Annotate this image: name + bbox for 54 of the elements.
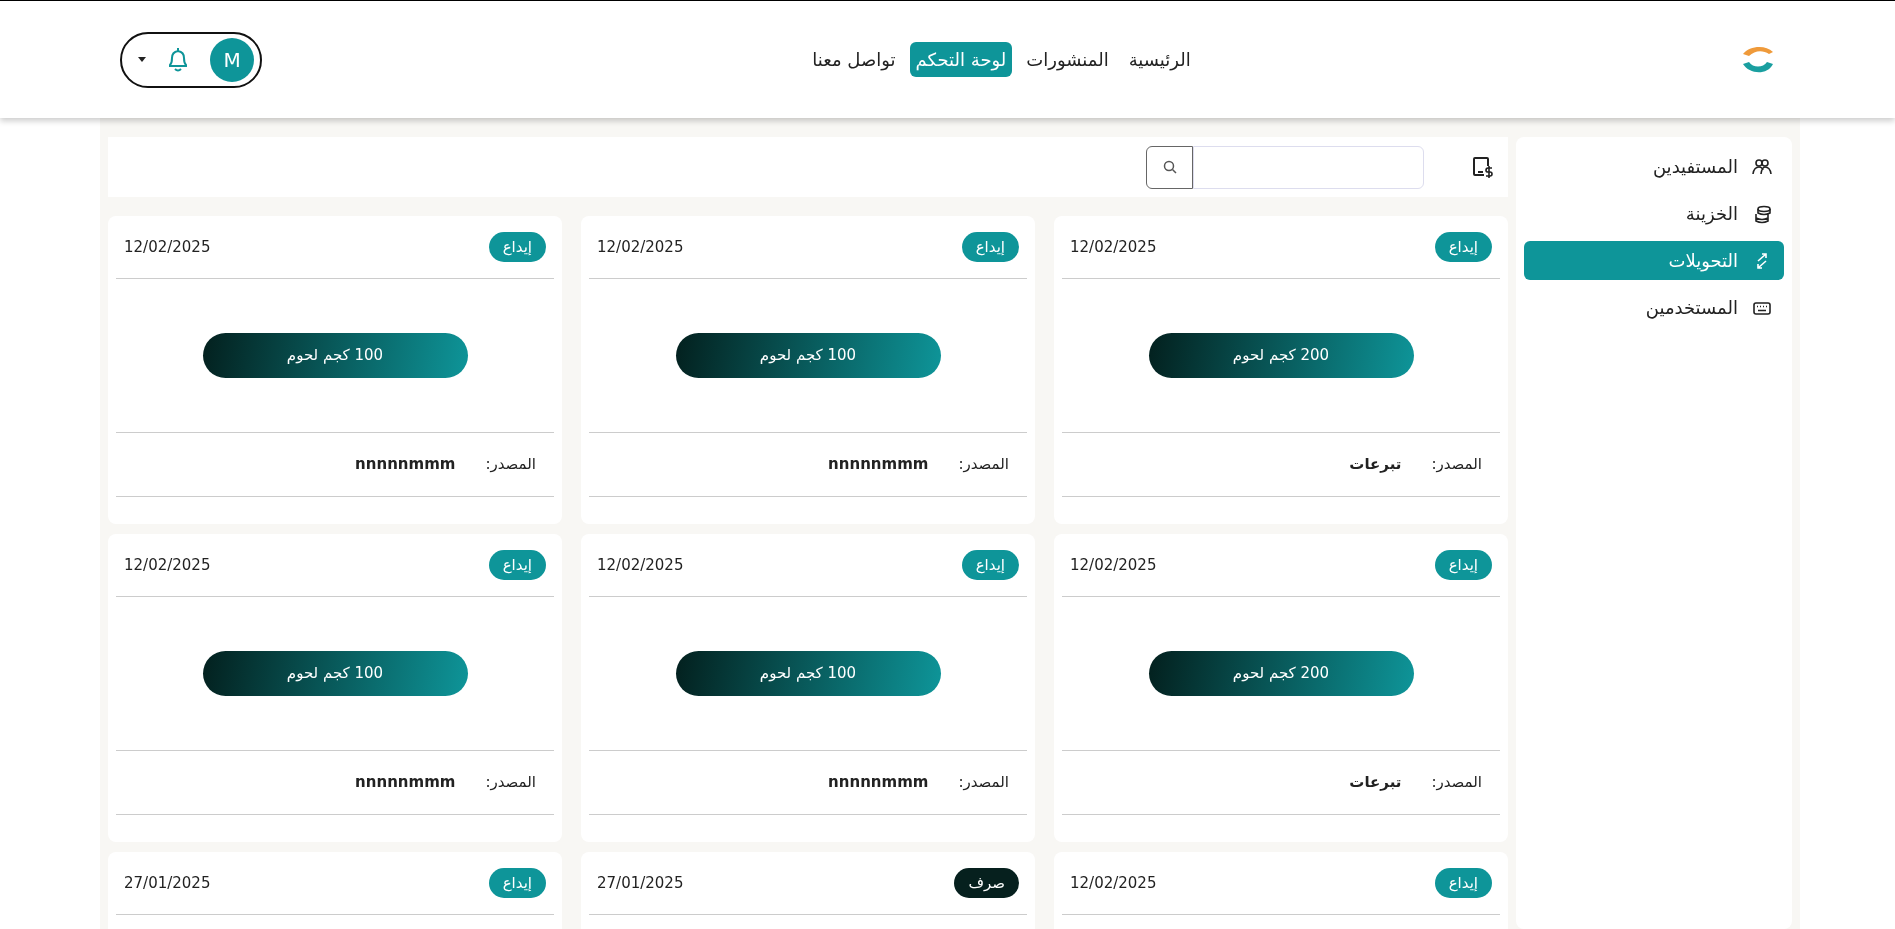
search-button[interactable]	[1146, 145, 1193, 189]
type-badge: إيداع	[1434, 549, 1492, 581]
source-label: المصدر:	[1431, 454, 1482, 476]
source-label: المصدر:	[1431, 772, 1482, 794]
source-label: المصدر:	[485, 772, 536, 794]
bell-icon[interactable]	[166, 46, 190, 73]
type-badge: إيداع	[488, 231, 546, 263]
people-icon	[1752, 156, 1772, 177]
nav-link[interactable]: لوحة التحكم	[909, 42, 1013, 77]
type-badge: إيداع	[1434, 867, 1492, 899]
source-label: المصدر:	[958, 454, 1009, 476]
source-value: تبرعات	[1349, 454, 1402, 476]
type-badge: إيداع	[488, 549, 546, 581]
source-label: المصدر:	[958, 772, 1009, 794]
caret-icon[interactable]	[138, 57, 146, 62]
source-label: المصدر:	[485, 454, 536, 476]
nav-link[interactable]: المنشورات	[1020, 42, 1115, 77]
amount-pill: 200 كجم لحوم	[1148, 651, 1414, 696]
source-value: nnnnnmmm	[355, 772, 456, 794]
type-badge: صرف	[954, 867, 1019, 899]
nav-link[interactable]: الرئيسية	[1122, 42, 1197, 77]
nav-link[interactable]: تواصل معنا	[806, 42, 902, 77]
search-icon	[1162, 160, 1177, 174]
date-text: 12/02/2025	[1070, 236, 1157, 258]
amount-pill: 100 كجم لحوم	[202, 651, 468, 696]
coins-icon	[1752, 203, 1772, 224]
amount-pill: 100 كجم لحوم	[675, 651, 941, 696]
date-text: 27/01/2025	[597, 872, 684, 894]
search-field[interactable]	[1193, 145, 1424, 189]
type-badge: إيداع	[1434, 231, 1492, 263]
type-badge: إيداع	[961, 231, 1019, 263]
sidebar-item[interactable]: الخزينة	[1524, 194, 1784, 233]
sidebar-item[interactable]: التحويلات	[1524, 241, 1784, 280]
date-text: 12/02/2025	[1070, 554, 1157, 576]
type-badge: إيداع	[961, 549, 1019, 581]
source-value: nnnnnmmm	[828, 772, 929, 794]
amount-pill: 100 كجم لحوم	[202, 333, 468, 378]
date-text: 12/02/2025	[597, 236, 684, 258]
amount-pill: 100 كجم لحوم	[675, 333, 941, 378]
source-value: nnnnnmmm	[355, 454, 456, 476]
source-value: تبرعات	[1349, 772, 1402, 794]
date-text: 27/01/2025	[124, 872, 211, 894]
date-text: 12/02/2025	[1070, 872, 1157, 894]
invoice-dollar-icon[interactable]	[1472, 155, 1494, 179]
user-menu[interactable]: M	[120, 31, 262, 88]
sidebar-item[interactable]: المستفيدين	[1524, 147, 1784, 186]
avatar[interactable]: M	[210, 37, 254, 82]
source-value: nnnnnmmm	[828, 454, 929, 476]
sidebar-item[interactable]: المستخدمين	[1524, 288, 1784, 327]
date-text: 12/02/2025	[124, 236, 211, 258]
type-badge: إيداع	[488, 867, 546, 899]
amount-pill: 200 كجم لحوم	[1148, 333, 1414, 378]
date-text: 12/02/2025	[124, 554, 211, 576]
date-text: 12/02/2025	[597, 554, 684, 576]
